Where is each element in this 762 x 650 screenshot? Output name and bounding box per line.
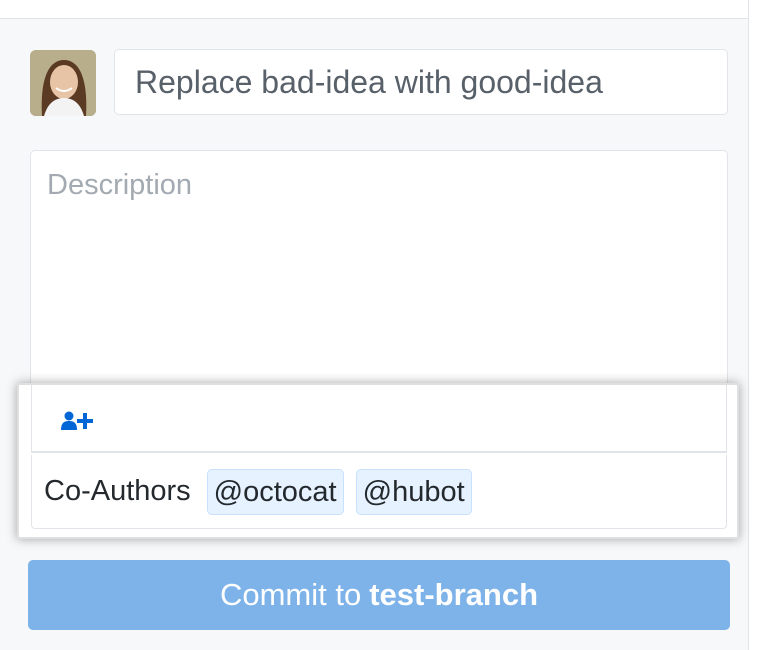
avatar-icon: [30, 50, 96, 116]
coauthor-token[interactable]: @hubot: [355, 468, 472, 515]
add-coauthor-bar: [31, 385, 727, 453]
header-strip: [0, 0, 748, 19]
coauthor-token[interactable]: @octocat: [206, 468, 344, 515]
commit-summary-field[interactable]: [114, 49, 728, 115]
add-person-icon[interactable]: [60, 411, 94, 431]
user-avatar: [30, 50, 96, 116]
commit-summary-input[interactable]: [133, 62, 709, 102]
coauthors-label: Co-Authors: [44, 475, 191, 507]
commit-button-branch: test-branch: [369, 577, 539, 612]
coauthors-row[interactable]: Co-Authors @octocat @hubot: [31, 455, 727, 529]
commit-description-input[interactable]: [47, 169, 707, 369]
commit-button-prefix: Commit to: [219, 577, 362, 612]
coauthors-panel: Co-Authors @octocat @hubot: [17, 383, 739, 539]
commit-button[interactable]: Commit to test-branch: [28, 560, 730, 630]
panel-edge: [748, 0, 762, 650]
